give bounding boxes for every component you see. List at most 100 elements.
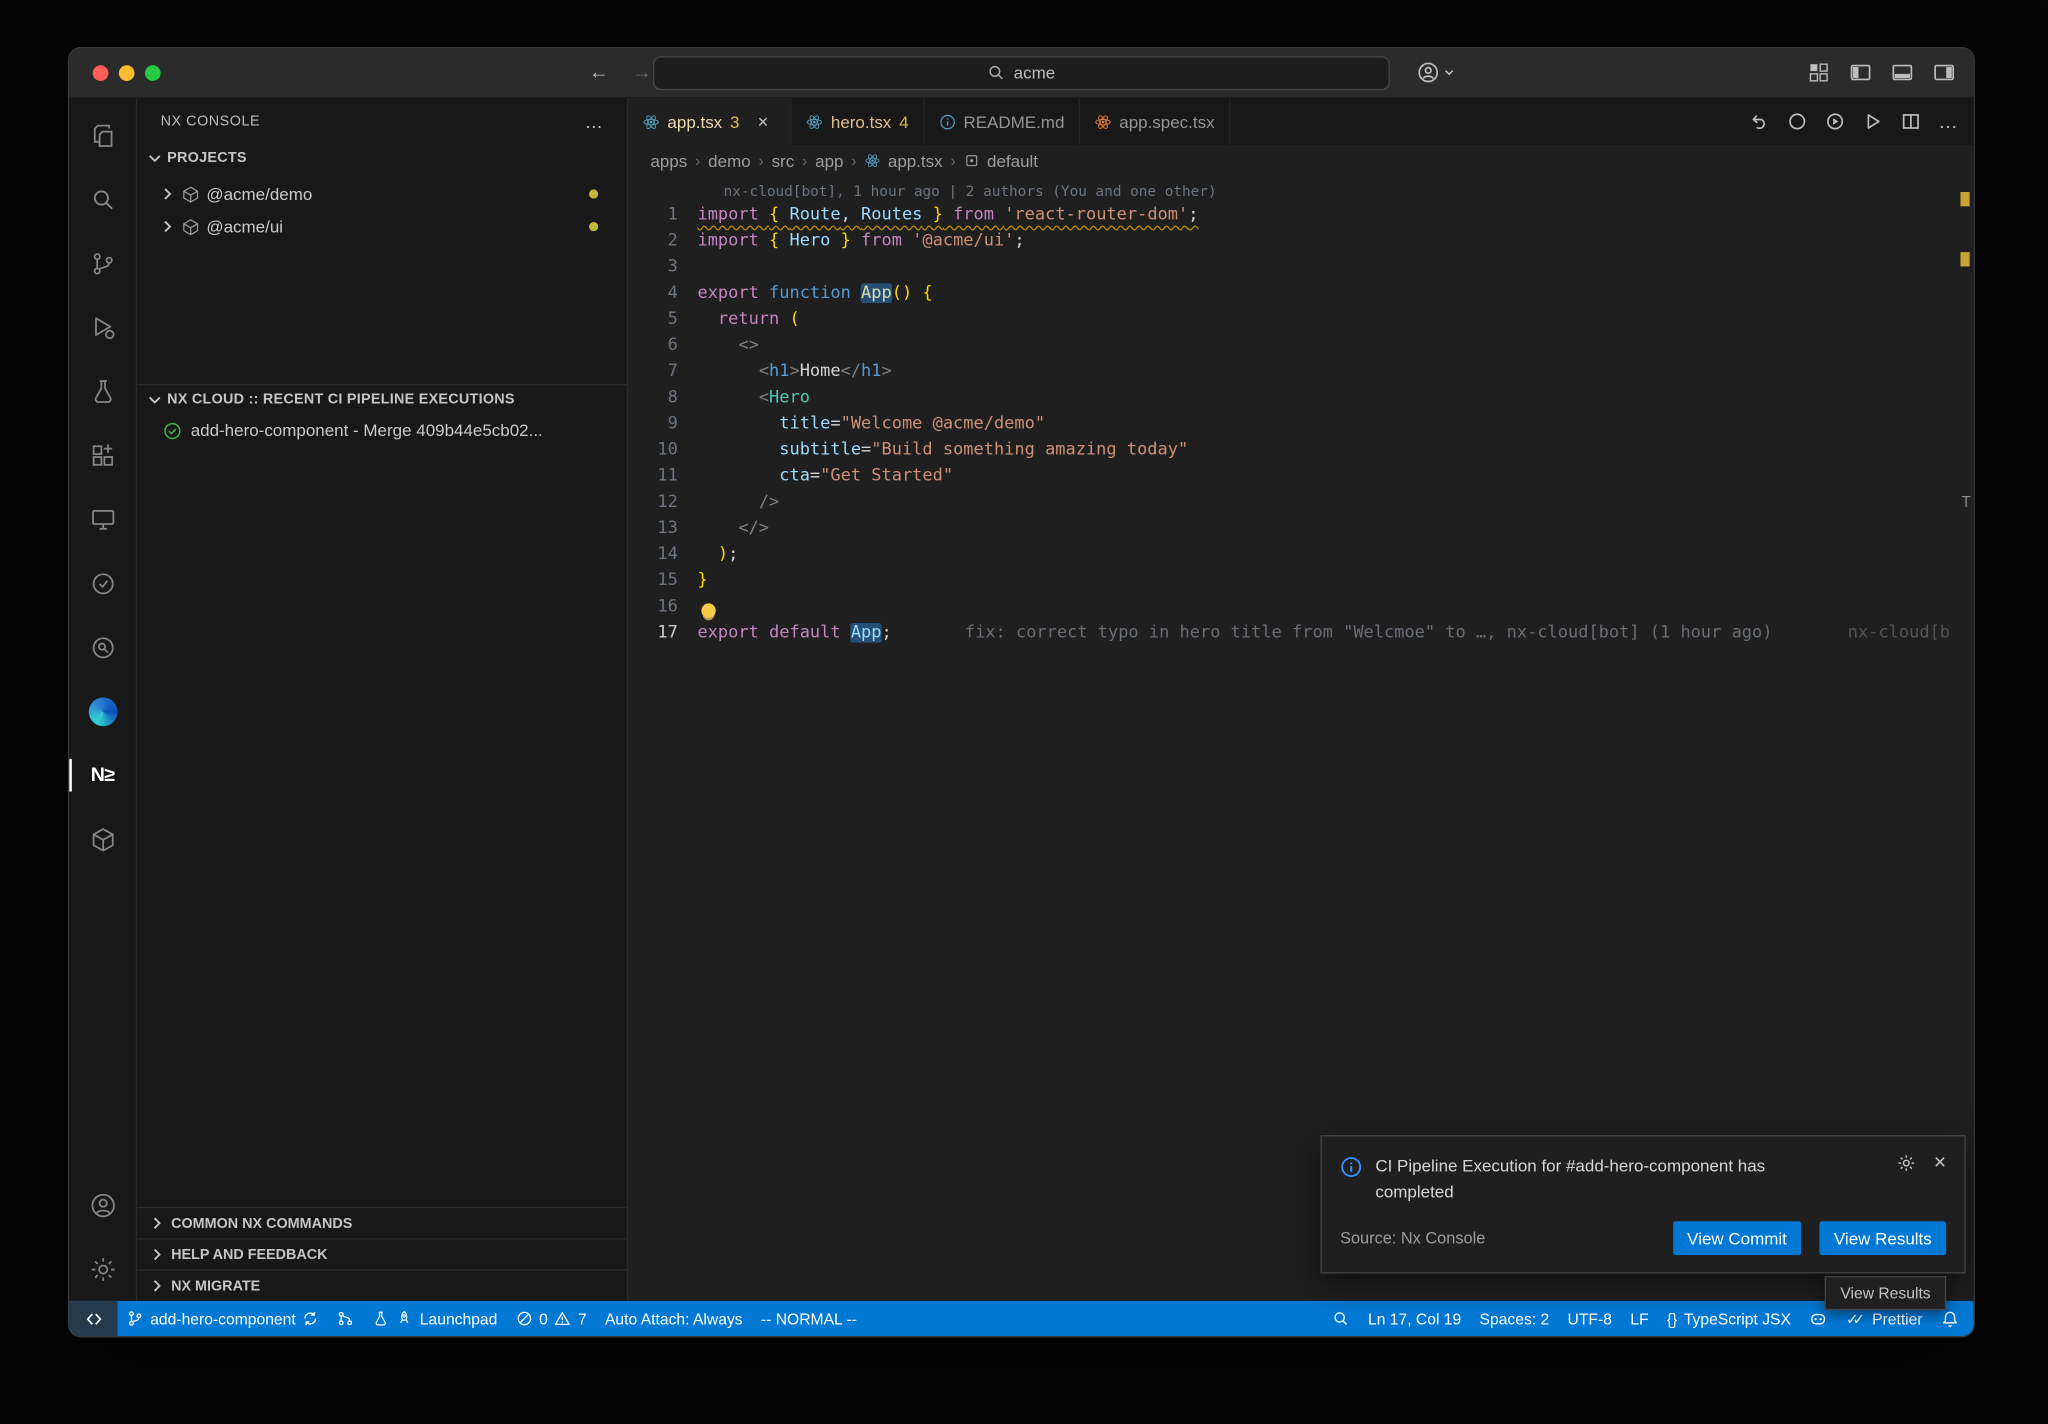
pipeline-execution-item[interactable]: add-hero-component - Merge 409b44e5cb02.… — [137, 414, 627, 447]
help-and-feedback-section[interactable]: HELP AND FEEDBACK — [137, 1238, 627, 1269]
account-icon[interactable] — [69, 1173, 136, 1237]
nav-forward-icon[interactable]: → — [632, 61, 652, 83]
code-line[interactable]: 14 ); — [628, 542, 1973, 568]
language-mode-status[interactable]: {} TypeScript JSX — [1658, 1301, 1800, 1336]
toggle-primary-sidebar-icon[interactable] — [1849, 61, 1871, 83]
minimize-window-button[interactable] — [119, 65, 135, 81]
profile-icon — [1417, 61, 1439, 83]
extensions-icon[interactable] — [69, 423, 136, 487]
more-actions-icon[interactable]: … — [1938, 110, 1958, 132]
react-test-file-icon — [1094, 113, 1111, 130]
code-line[interactable]: 7 <h1>Home</h1> — [628, 359, 1973, 385]
code-line[interactable]: 10 subtitle="Build something amazing tod… — [628, 438, 1973, 464]
warning-mark — [1960, 192, 1969, 206]
indentation-status[interactable]: Spaces: 2 — [1470, 1301, 1558, 1336]
problems-status[interactable]: 0 7 — [507, 1301, 596, 1336]
toggle-panel-icon[interactable] — [1891, 61, 1913, 83]
notification-close-icon[interactable]: × — [1934, 1153, 1946, 1173]
code-line[interactable]: 16 — [628, 594, 1973, 620]
run-debug-icon[interactable] — [69, 295, 136, 359]
code-lines: 1import { Route, Routes } from 'react-ro… — [628, 202, 1973, 646]
code-line[interactable]: 3 — [628, 255, 1973, 281]
launchpad-status[interactable]: Launchpad — [364, 1301, 507, 1336]
circle-outline-icon[interactable] — [1787, 111, 1808, 132]
lightbulb-icon[interactable] — [701, 603, 715, 617]
code-line[interactable]: 6 <> — [628, 333, 1973, 359]
profile-menu-button[interactable] — [1417, 61, 1455, 83]
git-graph-button[interactable] — [328, 1301, 363, 1336]
vim-mode-status[interactable]: -- NORMAL -- — [752, 1301, 866, 1336]
nx-console-icon[interactable]: N≥ — [69, 743, 136, 807]
code-line[interactable]: 8 <Hero — [628, 385, 1973, 411]
projects-section-header[interactable]: PROJECTS — [137, 144, 627, 173]
zoom-status[interactable] — [1324, 1301, 1359, 1336]
tab-readme-md[interactable]: README.md — [924, 98, 1080, 145]
react-file-icon — [643, 113, 660, 130]
git-branch-status[interactable]: add-hero-component — [118, 1301, 329, 1336]
common-nx-commands-section[interactable]: COMMON NX COMMANDS — [137, 1207, 627, 1238]
more-actions-icon[interactable]: … — [585, 110, 604, 131]
breadcrumb-item[interactable]: src — [772, 151, 795, 171]
close-icon[interactable]: × — [750, 108, 776, 134]
container-icon[interactable] — [69, 807, 136, 871]
source-control-icon[interactable] — [69, 231, 136, 295]
toggle-secondary-sidebar-icon[interactable] — [1933, 61, 1955, 83]
breadcrumb-item[interactable]: apps — [650, 151, 687, 171]
close-window-button[interactable] — [93, 65, 109, 81]
tab-hero-tsx[interactable]: hero.tsx 4 — [792, 98, 925, 145]
line-number: 4 — [628, 281, 697, 307]
run-circle-icon[interactable] — [1825, 111, 1846, 132]
code-line[interactable]: 9 title="Welcome @acme/demo" — [628, 411, 1973, 437]
code-line[interactable]: 15} — [628, 568, 1973, 594]
section-label: HELP AND FEEDBACK — [171, 1247, 327, 1263]
breadcrumb-item[interactable]: default — [987, 151, 1038, 171]
nx-cloud-icon[interactable] — [69, 551, 136, 615]
code-search-icon[interactable] — [69, 615, 136, 679]
split-editor-icon[interactable] — [1900, 111, 1921, 132]
code-line[interactable]: 1import { Route, Routes } from 'react-ro… — [628, 202, 1973, 228]
settings-gear-icon[interactable] — [69, 1237, 136, 1301]
error-icon — [516, 1310, 533, 1327]
view-commit-button[interactable]: View Commit — [1673, 1222, 1801, 1256]
breadcrumb-item[interactable]: app.tsx — [888, 151, 943, 171]
breadcrumb-separator: › — [695, 152, 700, 170]
search-icon[interactable] — [69, 167, 136, 231]
code-line[interactable]: 13 </> — [628, 516, 1973, 542]
tab-problems-badge: 3 — [730, 112, 739, 132]
error-count: 0 — [539, 1309, 548, 1327]
nav-back-icon[interactable]: ← — [589, 61, 609, 83]
project-item-acme-ui[interactable]: @acme/ui — [137, 210, 627, 243]
code-editor[interactable]: nx-cloud[bot], 1 hour ago | 2 authors (Y… — [628, 176, 1973, 1301]
tab-app-tsx[interactable]: app.tsx 3 × — [628, 98, 791, 145]
code-line[interactable]: 17export default App;fix: correct typo i… — [628, 620, 1973, 646]
remote-indicator[interactable] — [69, 1301, 117, 1336]
edge-browser-icon[interactable] — [69, 679, 136, 743]
run-icon[interactable] — [1863, 111, 1884, 132]
auto-attach-status[interactable]: Auto Attach: Always — [596, 1301, 752, 1336]
eol-status[interactable]: LF — [1621, 1301, 1658, 1336]
nx-cloud-section-header[interactable]: NX CLOUD :: RECENT CI PIPELINE EXECUTION… — [137, 385, 627, 414]
view-results-button[interactable]: View Results — [1820, 1222, 1947, 1256]
maximize-window-button[interactable] — [145, 65, 161, 81]
code-line[interactable]: 4export function App() { — [628, 281, 1973, 307]
overview-ruler[interactable]: T — [1957, 176, 1974, 1301]
breadcrumb-item[interactable]: demo — [708, 151, 750, 171]
discard-icon[interactable] — [1749, 111, 1770, 132]
notification-settings-gear-icon[interactable] — [1896, 1153, 1916, 1173]
testing-icon[interactable] — [69, 359, 136, 423]
section-label: NX MIGRATE — [171, 1278, 260, 1294]
project-item-acme-demo[interactable]: @acme/demo — [137, 178, 627, 211]
cursor-position-status[interactable]: Ln 17, Col 19 — [1359, 1301, 1471, 1336]
remote-explorer-icon[interactable] — [69, 487, 136, 551]
encoding-status[interactable]: UTF-8 — [1558, 1301, 1621, 1336]
tab-app-spec-tsx[interactable]: app.spec.tsx — [1080, 98, 1230, 145]
nx-migrate-section[interactable]: NX MIGRATE — [137, 1270, 627, 1301]
code-line[interactable]: 5 return ( — [628, 307, 1973, 333]
code-line[interactable]: 12 /> — [628, 490, 1973, 516]
customize-layout-icon[interactable] — [1808, 61, 1830, 83]
code-line[interactable]: 11 cta="Get Started" — [628, 464, 1973, 490]
explorer-icon[interactable] — [69, 103, 136, 167]
command-center-search[interactable]: acme — [653, 56, 1390, 90]
breadcrumb-item[interactable]: app — [815, 151, 843, 171]
code-line[interactable]: 2import { Hero } from '@acme/ui'; — [628, 229, 1973, 255]
